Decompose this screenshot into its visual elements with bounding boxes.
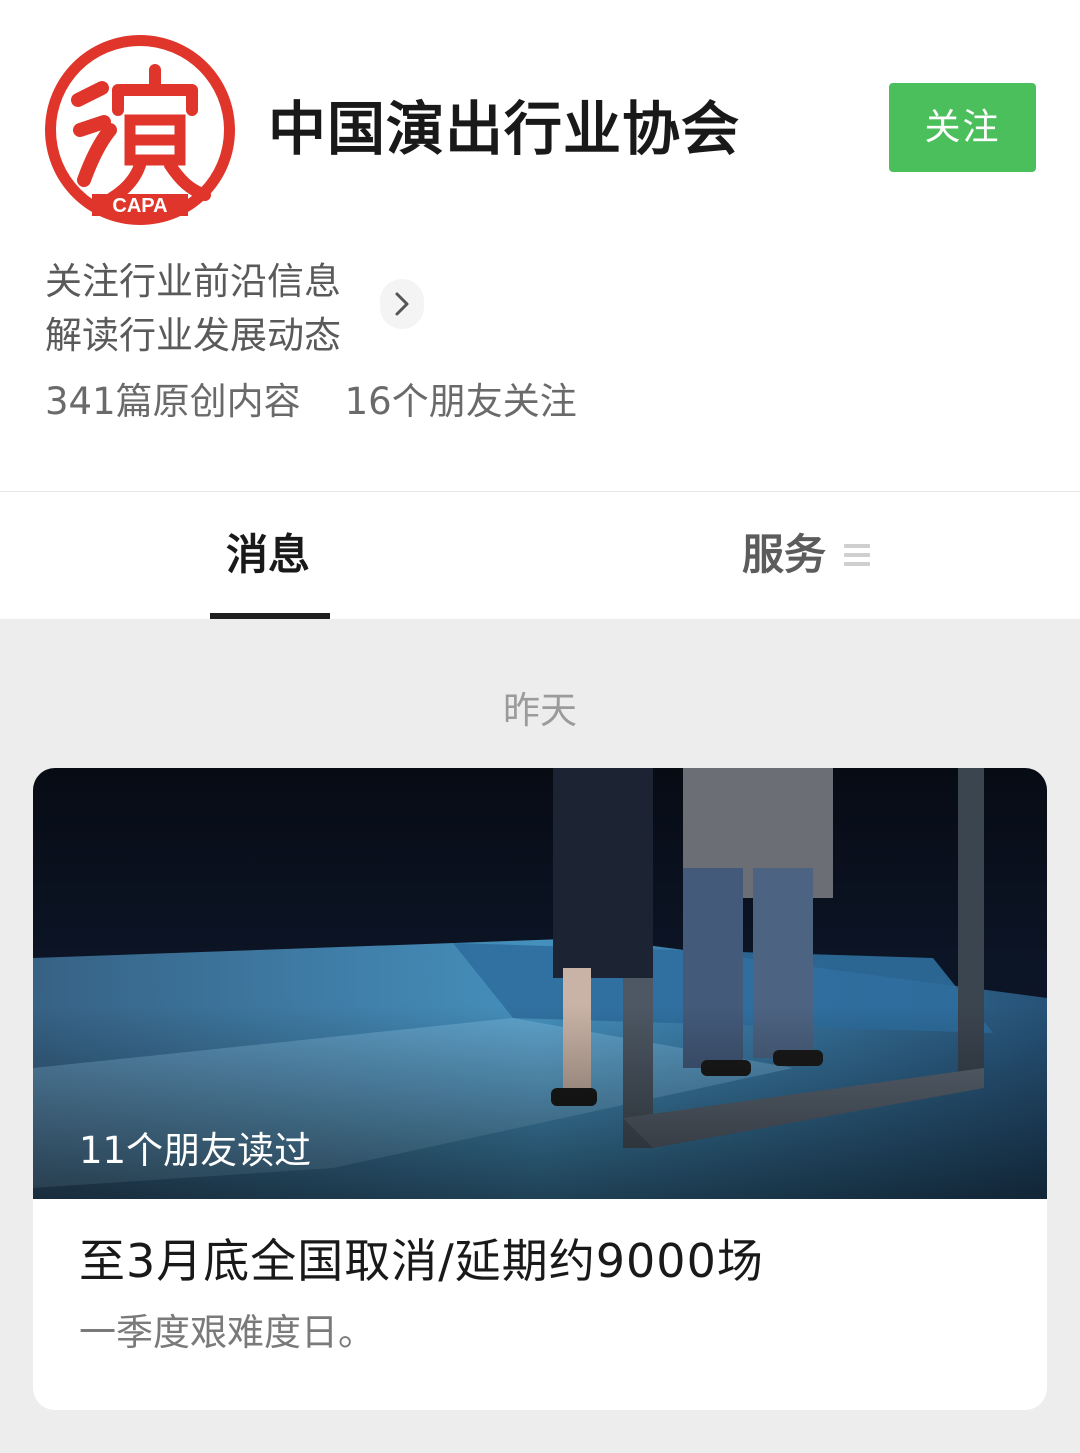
article-digest: 一季度艰难度日。	[79, 1311, 375, 1354]
profile-header: CAPA 中国演出行业协会 关注 关注行业前沿信息 解读行业发展动态 341篇原…	[0, 0, 1080, 492]
account-profile-page: CAPA 中国演出行业协会 关注 关注行业前沿信息 解读行业发展动态 341篇原…	[0, 0, 1080, 1453]
intro-line: 关注行业前沿信息	[45, 260, 341, 303]
follow-button[interactable]: 关注	[889, 83, 1036, 172]
account-intro[interactable]: 关注行业前沿信息 解读行业发展动态	[45, 255, 341, 363]
intro-line: 解读行业发展动态	[45, 314, 341, 357]
friends-read-count: 11个朋友读过	[79, 1129, 312, 1172]
tab-services[interactable]: 服务	[742, 526, 871, 584]
tab-services-label: 服务	[742, 530, 827, 579]
account-name: 中国演出行业协会	[268, 95, 741, 163]
tab-bar: 消息 服务	[0, 492, 1080, 619]
menu-icon	[844, 542, 871, 568]
friends-following-count[interactable]: 16个朋友关注	[345, 375, 577, 429]
original-count[interactable]: 341篇原创内容	[45, 375, 301, 429]
account-stats: 341篇原创内容 16个朋友关注	[45, 375, 621, 429]
chevron-right-icon[interactable]	[380, 279, 424, 329]
account-avatar[interactable]: CAPA	[40, 30, 240, 230]
message-feed: 昨天 11个朋友读过 至3月底全国取消/延期约9000场 一季度艰难度日。	[0, 619, 1080, 1453]
tab-messages[interactable]: 消息	[226, 526, 310, 584]
capa-seal-logo: CAPA	[45, 35, 235, 225]
article-title[interactable]: 至3月底全国取消/延期约9000场	[79, 1230, 764, 1292]
article-card[interactable]: 11个朋友读过 至3月底全国取消/延期约9000场 一季度艰难度日。	[33, 768, 1047, 1410]
svg-text:CAPA: CAPA	[112, 195, 167, 217]
date-label: 昨天	[503, 689, 577, 732]
